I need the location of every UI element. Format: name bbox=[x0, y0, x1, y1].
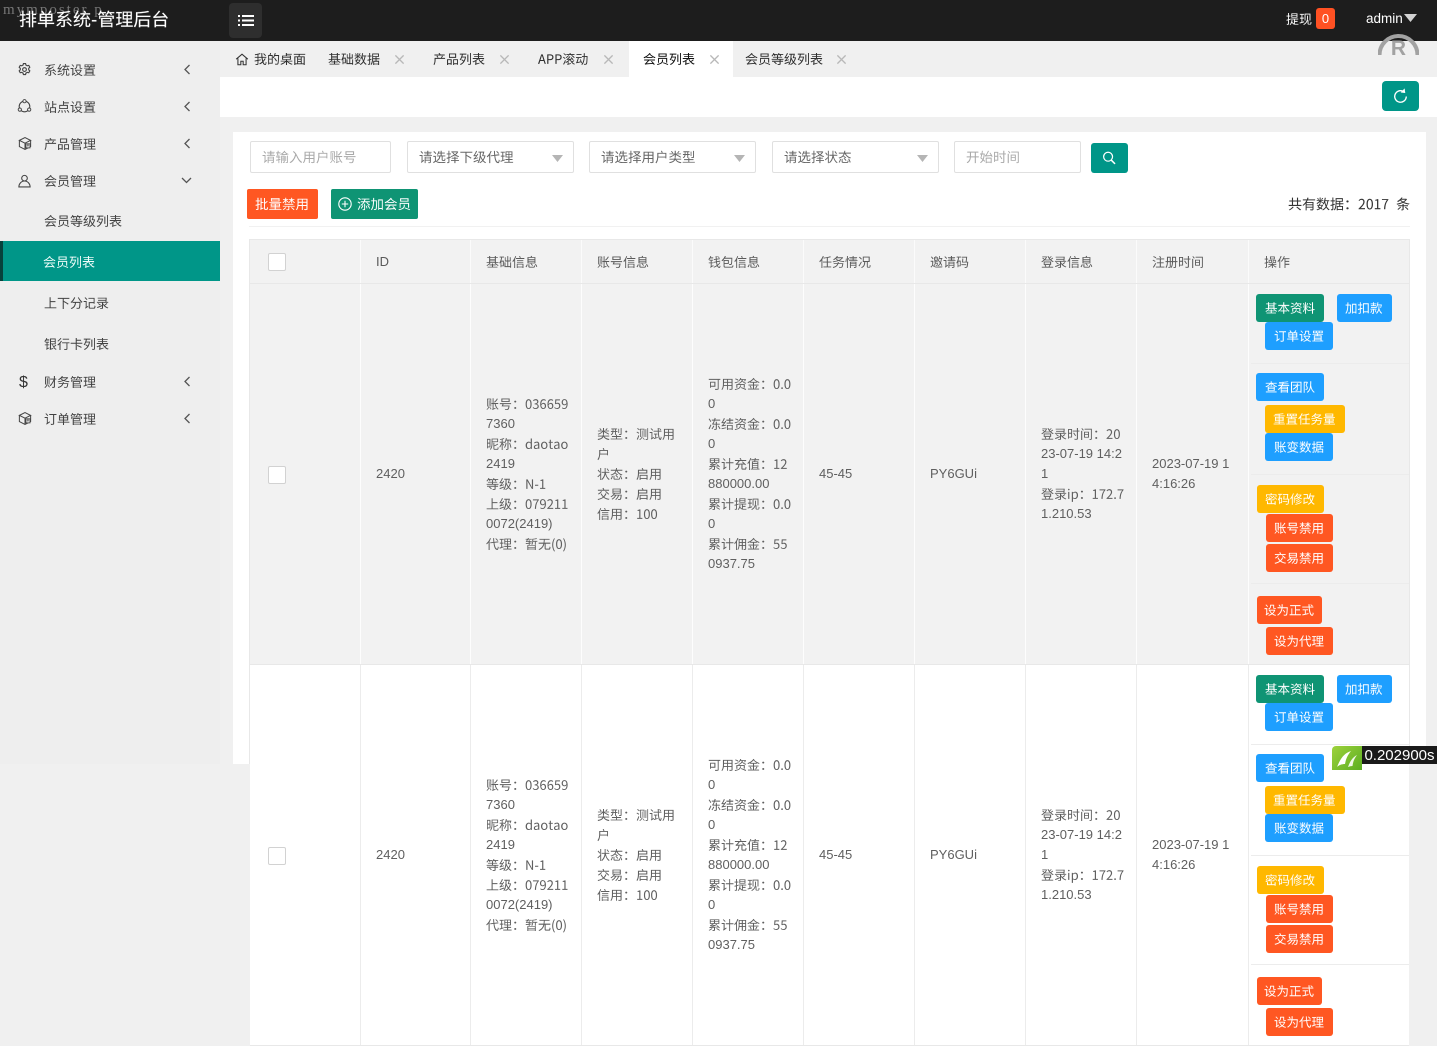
svg-text:R: R bbox=[1391, 37, 1406, 55]
